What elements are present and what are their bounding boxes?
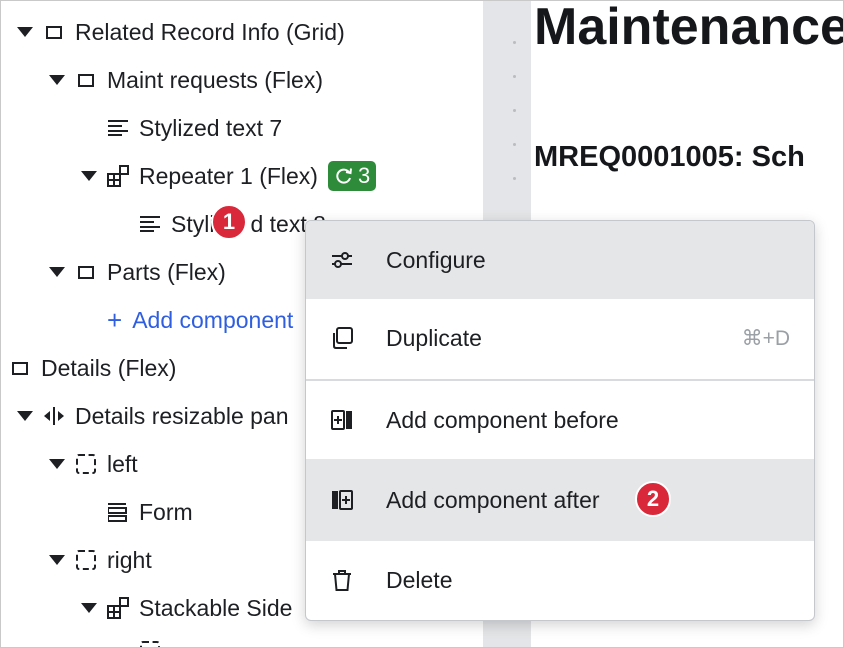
refresh-icon (336, 168, 352, 184)
tree-item-details[interactable]: Details (Flex) (9, 348, 176, 388)
caret-down-icon[interactable] (49, 75, 65, 85)
tree-item-label: Stackable Side (139, 594, 293, 621)
tree-item-right[interactable]: right (49, 540, 152, 580)
gutter-dot (513, 177, 516, 180)
menu-item-configure[interactable]: Configure (306, 221, 814, 299)
caret-down-icon[interactable] (17, 27, 33, 37)
menu-label: Delete (386, 567, 453, 593)
tree-item-form[interactable]: Form (107, 492, 193, 532)
gutter-dot (513, 143, 516, 146)
app-frame: Related Record Info (Grid) Maint request… (0, 0, 844, 648)
add-after-icon (330, 488, 354, 512)
dashed-container-icon (75, 549, 97, 571)
tree-item-label: Details resizable pan (75, 402, 289, 429)
tree-item-label: left (107, 450, 138, 477)
page-title: Maintenance (534, 1, 844, 56)
menu-label: Add component before (386, 406, 619, 433)
step-marker-1: 1 (211, 204, 247, 240)
menu-label: Configure (386, 246, 486, 273)
menu-label: Duplicate (386, 324, 482, 351)
menu-item-add-before[interactable]: Add component before (306, 381, 814, 459)
text-lines-icon (139, 213, 161, 235)
tree-item-label: Styli (171, 210, 215, 237)
tree-item-label: right (107, 546, 152, 573)
trash-icon (330, 569, 354, 593)
tree-item-parts[interactable]: Parts (Flex) (49, 252, 226, 292)
gutter-dot (513, 109, 516, 112)
dashed-container-icon (139, 640, 161, 647)
gutter-dot (513, 41, 516, 44)
tree-item-left[interactable]: left (49, 444, 138, 484)
tree-item-related-record-info[interactable]: Related Record Info (Grid) (17, 12, 345, 52)
repeater-count-badge: 3 (327, 161, 377, 191)
container-icon (75, 261, 97, 283)
caret-down-icon[interactable] (49, 555, 65, 565)
container-icon (75, 69, 97, 91)
form-icon (107, 501, 129, 523)
duplicate-icon (330, 326, 354, 350)
menu-item-add-after[interactable]: Add component after (306, 459, 814, 541)
caret-down-icon[interactable] (49, 459, 65, 469)
tree-item-details-resizable-panes[interactable]: Details resizable pan (17, 396, 289, 436)
add-component-label: Add component (132, 306, 294, 333)
tree-item-repeater-1[interactable]: Repeater 1 (Flex) 3 (81, 156, 377, 196)
add-component-link[interactable]: + Add component (107, 300, 293, 340)
menu-label: Add component after (386, 486, 600, 513)
caret-down-icon[interactable] (81, 171, 97, 181)
tree-item-maint-requests[interactable]: Maint requests (Flex) (49, 60, 323, 100)
repeater-icon (107, 597, 129, 619)
tree-item-partial (139, 631, 171, 647)
caret-down-icon[interactable] (49, 267, 65, 277)
tree-item-stylized-text-7[interactable]: Stylized text 7 (107, 108, 282, 148)
tree-item-label: Maint requests (Flex) (107, 66, 324, 93)
tree-item-label: Related Record Info (Grid) (75, 18, 345, 45)
tree-item-label: Parts (Flex) (107, 258, 226, 285)
add-before-icon (330, 408, 354, 432)
caret-down-icon[interactable] (17, 411, 33, 421)
tree-item-label: Form (139, 498, 193, 525)
resizable-panes-icon (43, 405, 65, 427)
container-icon (43, 21, 65, 43)
tree-item-label: Stylized text 7 (139, 114, 283, 141)
shortcut-hint: ⌘+D (741, 326, 790, 350)
text-lines-icon (107, 117, 129, 139)
step-marker-2: 2 (635, 481, 671, 517)
container-icon (9, 357, 31, 379)
tree-item-stackable-side[interactable]: Stackable Side (81, 588, 292, 628)
menu-item-delete[interactable]: Delete (306, 541, 814, 620)
dashed-container-icon (75, 453, 97, 475)
caret-down-icon[interactable] (81, 603, 97, 613)
menu-item-duplicate[interactable]: Duplicate ⌘+D (306, 299, 814, 377)
record-heading: MREQ0001005: Sch (534, 141, 805, 173)
context-menu: Configure Duplicate ⌘+D Add component be… (305, 220, 815, 621)
badge-count: 3 (357, 163, 371, 188)
tree-item-label: Details (Flex) (41, 354, 177, 381)
gutter-dot (513, 75, 516, 78)
sliders-icon (330, 248, 354, 272)
plus-icon: + (107, 304, 123, 335)
tree-item-label: Repeater 1 (Flex) (139, 162, 318, 189)
repeater-icon (107, 165, 129, 187)
